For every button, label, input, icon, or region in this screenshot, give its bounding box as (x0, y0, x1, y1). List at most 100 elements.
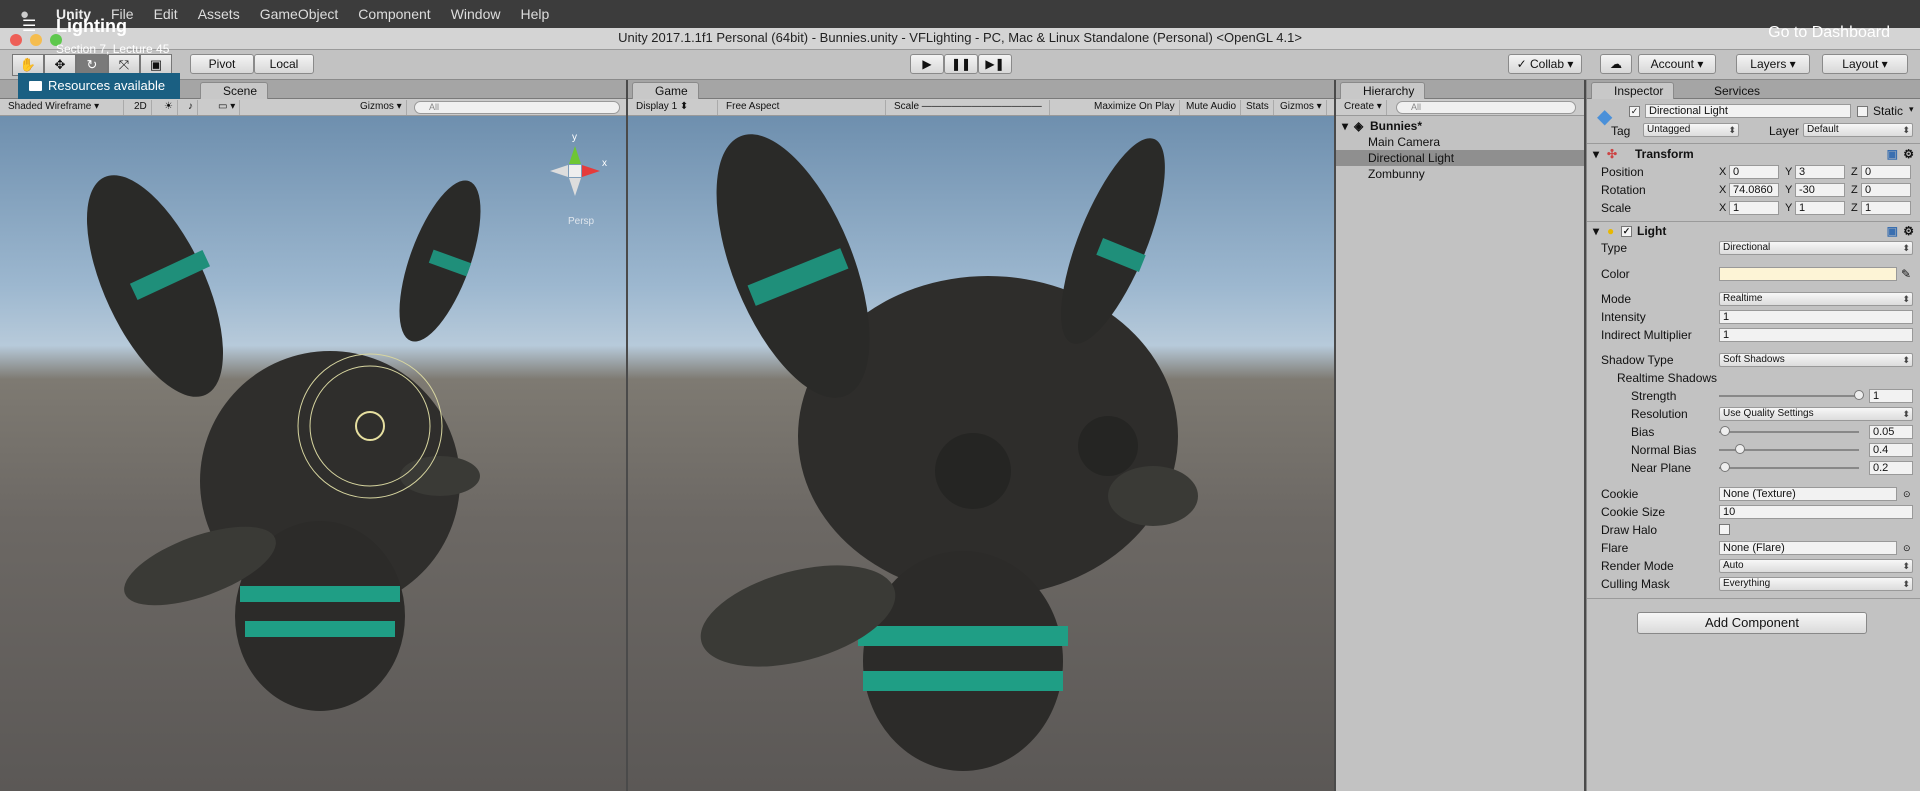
rotation-y-field[interactable]: -30 (1795, 183, 1845, 197)
stats-toggle[interactable]: Stats (1242, 100, 1274, 115)
local-button[interactable]: Local (254, 54, 314, 74)
create-dropdown[interactable]: Create ▾ (1340, 100, 1387, 115)
flare-field[interactable]: None (Flare) (1719, 541, 1897, 555)
scene-root-item[interactable]: ▾ ◈ Bunnies* (1336, 118, 1584, 134)
pause-button[interactable]: ❚❚ (944, 54, 978, 74)
lighting-toggle-icon[interactable]: ☀ (160, 100, 178, 115)
normal-bias-slider-knob[interactable] (1735, 444, 1745, 454)
menu-help[interactable]: Help (520, 6, 549, 22)
active-checkbox[interactable]: ✓ (1629, 106, 1640, 117)
tag-dropdown[interactable]: Untagged (1643, 123, 1739, 137)
strength-field[interactable]: 1 (1869, 389, 1913, 403)
layers-button[interactable]: Layers ▾ (1736, 54, 1810, 74)
normal-bias-field[interactable]: 0.4 (1869, 443, 1913, 457)
display-dropdown[interactable]: Display 1 ⬍ (632, 100, 718, 115)
scene-gizmos-dropdown[interactable]: Gizmos ▾ (356, 100, 407, 115)
position-x-field[interactable]: 0 (1729, 165, 1779, 179)
bias-slider-knob[interactable] (1720, 426, 1730, 436)
rotation-x-field[interactable]: 74.0860 (1729, 183, 1779, 197)
play-button[interactable]: ▶ (910, 54, 944, 74)
rotation-z-field[interactable]: 0 (1861, 183, 1911, 197)
scale-z-field[interactable]: 1 (1861, 201, 1911, 215)
tab-game[interactable]: Game (632, 82, 699, 99)
light-enabled-checkbox[interactable]: ✓ (1621, 226, 1632, 237)
position-y-field[interactable]: 3 (1795, 165, 1845, 179)
pivot-button[interactable]: Pivot (190, 54, 254, 74)
collab-button[interactable]: ✓ Collab ▾ (1508, 54, 1582, 74)
hierarchy-item-main-camera[interactable]: Main Camera (1336, 134, 1584, 150)
maximize-on-play-toggle[interactable]: Maximize On Play (1090, 100, 1180, 115)
strength-slider-knob[interactable] (1854, 390, 1864, 400)
near-plane-slider[interactable] (1719, 467, 1859, 469)
cookie-field[interactable]: None (Texture) (1719, 487, 1897, 501)
menu-component[interactable]: Component (358, 6, 430, 22)
draw-halo-checkbox[interactable] (1719, 524, 1730, 535)
color-swatch[interactable] (1719, 267, 1897, 281)
account-button[interactable]: Account ▾ (1638, 54, 1716, 74)
render-mode-dropdown[interactable]: Auto (1719, 559, 1913, 573)
close-window-button[interactable] (10, 34, 22, 46)
scene-search-input[interactable]: All (414, 101, 620, 114)
help-icon[interactable]: ▣ (1887, 223, 1898, 240)
aspect-dropdown[interactable]: Free Aspect (722, 100, 886, 115)
intensity-field[interactable]: 1 (1719, 310, 1913, 324)
dashboard-link[interactable]: Go to Dashboard (1768, 24, 1890, 42)
tab-services[interactable]: Services (1691, 82, 1771, 99)
menu-edit[interactable]: Edit (154, 6, 178, 22)
menu-window[interactable]: Window (451, 6, 501, 22)
draw-mode-dropdown[interactable]: Shaded Wireframe ▾ (4, 100, 124, 115)
layout-button[interactable]: Layout ▾ (1822, 54, 1908, 74)
mute-audio-toggle[interactable]: Mute Audio (1182, 100, 1242, 115)
scene-orientation-gizmo[interactable]: y x Persp (540, 126, 610, 236)
resolution-dropdown[interactable]: Use Quality Settings (1719, 407, 1913, 421)
gear-icon[interactable]: ⚙ (1903, 223, 1914, 240)
expand-arrow-icon[interactable]: ▾ (1342, 118, 1348, 134)
object-name-field[interactable]: Directional Light (1645, 104, 1851, 118)
add-component-button[interactable]: Add Component (1637, 612, 1867, 634)
bias-slider[interactable] (1719, 431, 1859, 433)
hierarchy-item-zombunny[interactable]: Zombunny (1336, 166, 1584, 182)
toggle-2d-button[interactable]: 2D (130, 100, 152, 115)
near-plane-slider-knob[interactable] (1720, 462, 1730, 472)
menu-icon[interactable]: ☰ (22, 16, 36, 36)
scene-viewport[interactable]: y x Persp (0, 116, 626, 791)
menu-gameobject[interactable]: GameObject (260, 6, 339, 22)
help-icon[interactable]: ▣ (1887, 146, 1898, 163)
near-plane-field[interactable]: 0.2 (1869, 461, 1913, 475)
cookie-size-field[interactable]: 10 (1719, 505, 1913, 519)
step-button[interactable]: ▶❚ (978, 54, 1012, 74)
light-header[interactable]: ▾ ● ✓ Light ▣ ⚙ (1587, 223, 1920, 240)
gear-icon[interactable]: ⚙ (1903, 146, 1914, 163)
type-dropdown[interactable]: Directional (1719, 241, 1913, 255)
tab-hierarchy[interactable]: Hierarchy (1340, 82, 1426, 99)
scale-x-field[interactable]: 1 (1729, 201, 1779, 215)
effects-toggle-icon[interactable]: ▭ ▾ (214, 100, 241, 115)
static-checkbox[interactable] (1857, 106, 1868, 117)
cloud-icon[interactable]: ☁ (1600, 54, 1632, 74)
audio-toggle-icon[interactable]: ♪ (184, 100, 198, 115)
object-picker-icon[interactable]: ⊙ (1903, 486, 1911, 502)
eyedropper-icon[interactable]: ✎ (1901, 266, 1911, 282)
tab-inspector[interactable]: Inspector (1591, 82, 1675, 99)
static-dropdown-icon[interactable]: ▾ (1909, 104, 1914, 115)
resources-button[interactable]: Resources available (18, 73, 180, 99)
collapse-arrow-icon[interactable]: ▾ (1593, 146, 1599, 163)
bias-field[interactable]: 0.05 (1869, 425, 1913, 439)
culling-mask-dropdown[interactable]: Everything (1719, 577, 1913, 591)
mode-dropdown[interactable]: Realtime (1719, 292, 1913, 306)
shadow-type-dropdown[interactable]: Soft Shadows (1719, 353, 1913, 367)
strength-slider[interactable] (1719, 395, 1859, 397)
tab-scene[interactable]: Scene (200, 82, 269, 99)
scale-slider[interactable]: Scale ———————————— 2x (890, 100, 1050, 126)
scale-y-field[interactable]: 1 (1795, 201, 1845, 215)
object-picker-icon[interactable]: ⊙ (1903, 540, 1911, 556)
indirect-multiplier-field[interactable]: 1 (1719, 328, 1913, 342)
game-gizmos-dropdown[interactable]: Gizmos ▾ (1276, 100, 1327, 115)
layer-dropdown[interactable]: Default (1803, 123, 1913, 137)
collapse-arrow-icon[interactable]: ▾ (1593, 223, 1599, 240)
position-z-field[interactable]: 0 (1861, 165, 1911, 179)
menu-assets[interactable]: Assets (198, 6, 240, 22)
hierarchy-item-directional-light[interactable]: Directional Light (1336, 150, 1584, 166)
hierarchy-search-input[interactable]: All (1396, 101, 1576, 114)
transform-header[interactable]: ▾ ✣ Transform ▣ ⚙ (1587, 146, 1920, 163)
